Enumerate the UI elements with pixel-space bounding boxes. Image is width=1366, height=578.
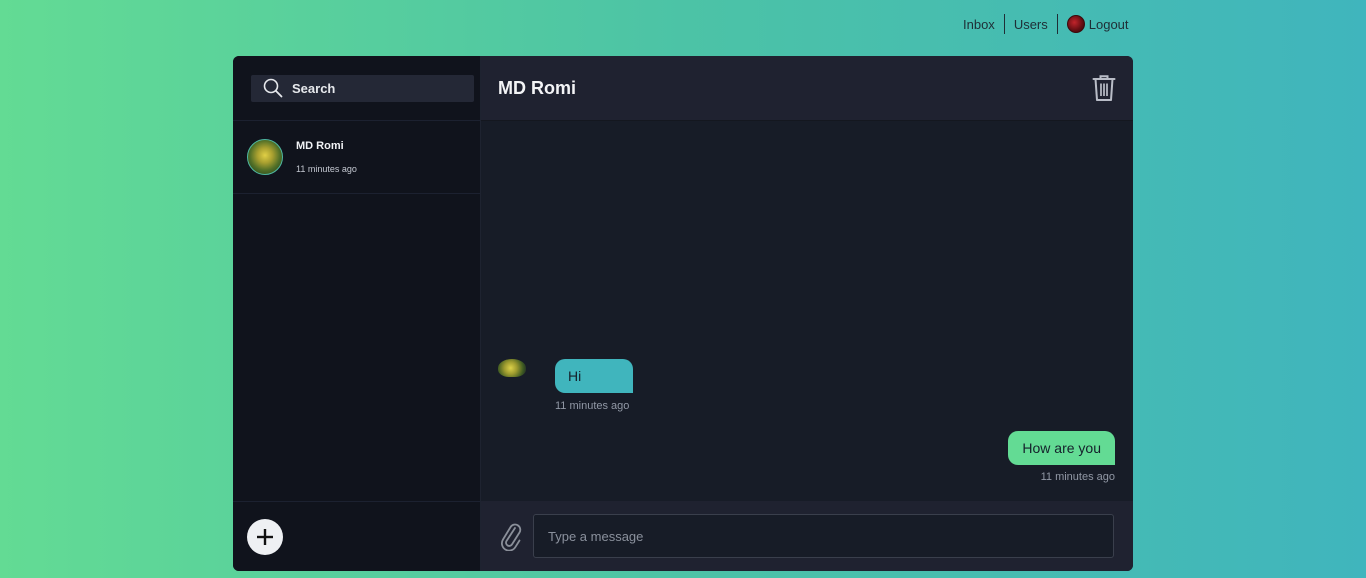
nav-users-link[interactable]: Users — [1003, 14, 1057, 34]
user-avatar — [1066, 15, 1085, 33]
search-box — [251, 74, 474, 102]
search-icon — [263, 78, 283, 98]
plus-icon — [257, 528, 273, 545]
outgoing-message: How are you — [1008, 431, 1115, 465]
chat-panel: MD Romi Hi 11 minutes ago How are you 11… — [481, 56, 1133, 571]
attach-button[interactable] — [499, 521, 523, 551]
search-input[interactable] — [292, 80, 452, 96]
message-composer — [481, 501, 1133, 571]
top-nav: Inbox Users Logout — [954, 14, 1138, 34]
sidebar-footer — [233, 501, 480, 571]
paperclip-icon — [501, 523, 522, 551]
trash-icon — [1092, 75, 1116, 101]
message-list: Hi 11 minutes ago How are you 11 minutes… — [481, 121, 1133, 501]
nav-inbox-link[interactable]: Inbox — [954, 14, 1004, 34]
sender-avatar — [498, 359, 526, 377]
chat-app: MD Romi 11 minutes ago MD Romi — [233, 56, 1133, 571]
message-input[interactable] — [533, 514, 1114, 558]
chat-header: MD Romi — [481, 56, 1133, 121]
outgoing-message-time: 11 minutes ago — [1040, 471, 1115, 483]
conversation-time: 11 minutes ago — [296, 164, 357, 174]
delete-conversation-button[interactable] — [1092, 74, 1116, 102]
sidebar: MD Romi 11 minutes ago — [233, 56, 481, 571]
conversation-item[interactable]: MD Romi 11 minutes ago — [233, 121, 480, 194]
incoming-message: Hi — [555, 359, 633, 393]
search-area — [233, 56, 480, 121]
incoming-message-time: 11 minutes ago — [555, 400, 630, 412]
chat-title: MD Romi — [498, 77, 576, 98]
contact-name: MD Romi — [296, 140, 344, 152]
logout-label: Logout — [1088, 16, 1129, 32]
nav-logout-link[interactable]: Logout — [1056, 14, 1138, 34]
new-conversation-button[interactable] — [247, 518, 283, 555]
contact-avatar — [247, 139, 283, 175]
conversation-info: MD Romi 11 minutes ago — [296, 140, 357, 174]
